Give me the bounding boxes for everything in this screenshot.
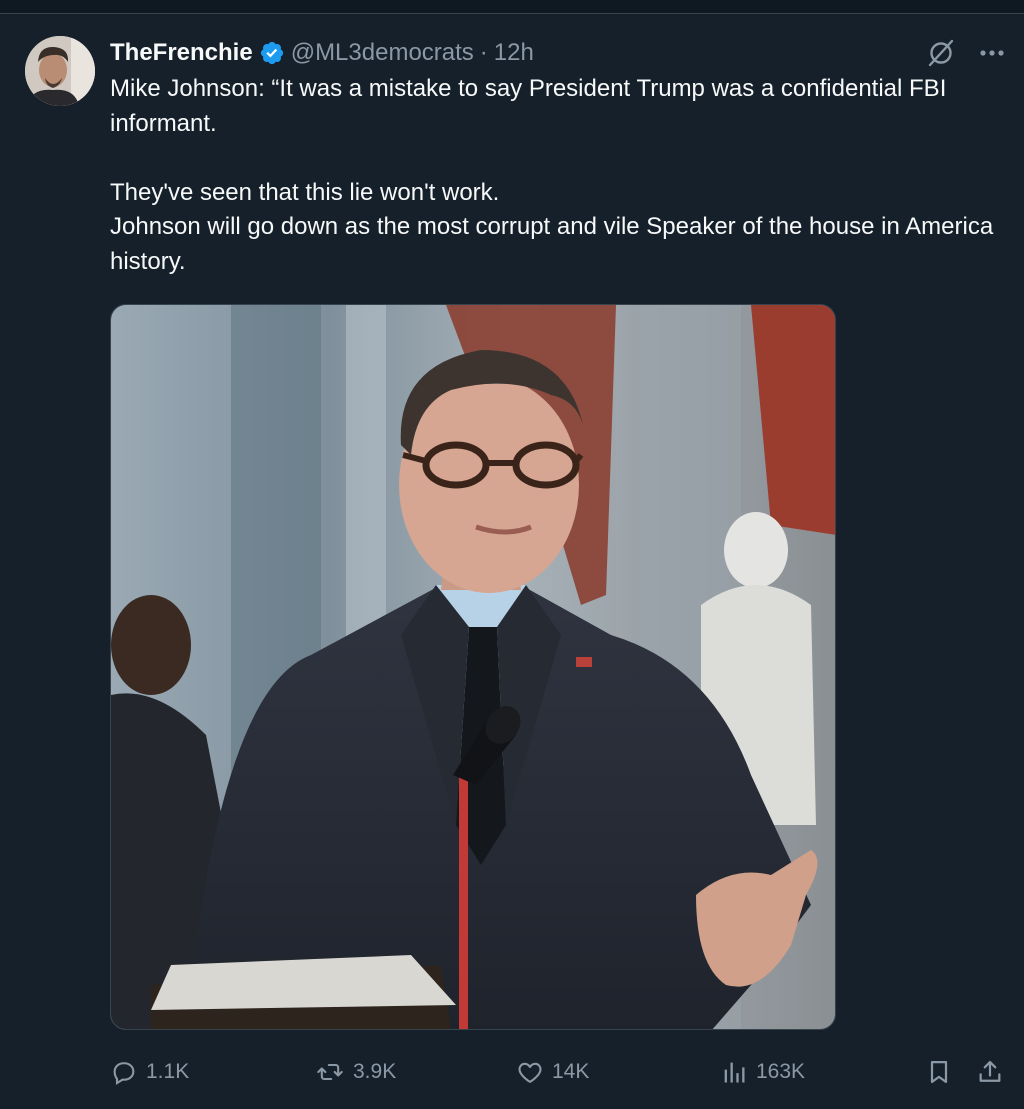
grok-slash-icon[interactable]	[926, 38, 956, 68]
share-icon	[979, 1060, 1001, 1082]
tweet-timestamp[interactable]: 12h	[494, 39, 534, 67]
retweet-icon	[317, 1063, 343, 1081]
bookmark-icon	[930, 1060, 948, 1084]
action-bar: 1.1K 3.9K 14K 163K	[110, 1052, 1005, 1092]
tweet-header: TheFrenchie @ML3democrats · 12h	[110, 36, 534, 70]
top-bar	[0, 0, 1024, 14]
tweet-paragraph: They've seen that this lie won't work.	[110, 178, 500, 206]
tweet-paragraph: Mike Johnson: “It was a mistake to say P…	[110, 75, 947, 137]
author-handle[interactable]: @ML3democrats	[291, 39, 474, 67]
header-separator: ·	[479, 39, 488, 66]
verified-badge-icon	[260, 41, 283, 65]
share-button[interactable]	[976, 1052, 1004, 1092]
heart-icon	[518, 1062, 542, 1083]
reply-button[interactable]: 1.1K	[110, 1052, 189, 1092]
tweet-photo[interactable]	[110, 304, 836, 1030]
views-count: 163K	[756, 1060, 806, 1083]
photo-speaker-at-podium	[111, 305, 835, 1029]
avatar-image	[25, 36, 95, 106]
more-dots-icon[interactable]	[978, 38, 1006, 68]
retweet-count: 3.9K	[353, 1060, 397, 1083]
header-actions	[926, 38, 1006, 68]
author-display-name[interactable]: TheFrenchie	[110, 39, 253, 67]
avatar[interactable]	[25, 36, 95, 106]
reply-bubble-icon	[113, 1062, 135, 1085]
like-button[interactable]: 14K	[516, 1052, 589, 1092]
retweet-button[interactable]: 3.9K	[315, 1052, 396, 1092]
reply-count: 1.1K	[146, 1060, 190, 1083]
bar-chart-icon	[724, 1062, 745, 1083]
views-button[interactable]: 163K	[720, 1052, 805, 1092]
tweet-paragraph: Johnson will go down as the most corrupt…	[110, 213, 994, 275]
tweet-text: Mike Johnson: “It was a mistake to say P…	[110, 72, 1005, 279]
like-count: 14K	[552, 1060, 590, 1083]
bookmark-button[interactable]	[925, 1052, 953, 1092]
